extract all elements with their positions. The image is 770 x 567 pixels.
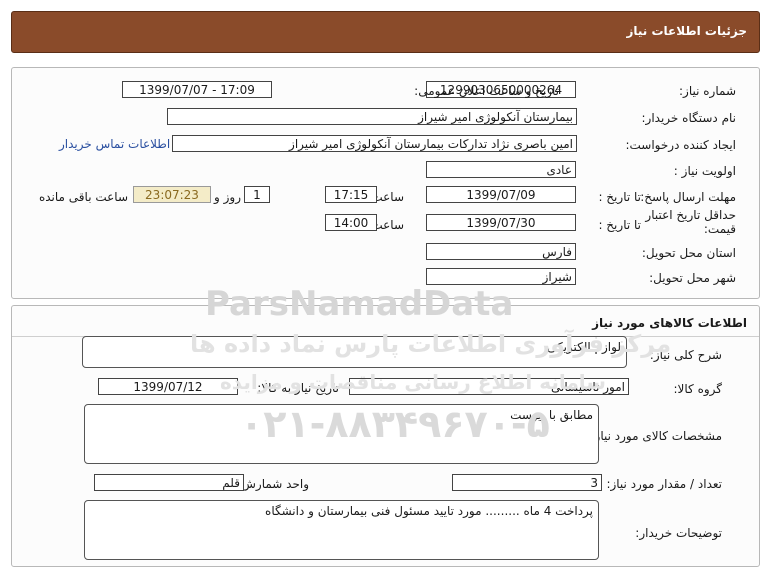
city-label: شهر محل تحویل:	[649, 271, 736, 285]
announce-datetime-label: تاریخ و ساعت اعلان عمومی:	[414, 84, 559, 98]
priority-label: اولویت نیاز :	[673, 164, 736, 178]
remaining-time-label: ساعت باقی مانده	[38, 190, 128, 204]
city-field: شیراز	[426, 268, 576, 285]
requester-field: امین باصری نژاد تدارکات بیمارستان آنکولو…	[172, 135, 577, 152]
group-label: گروه کالا:	[673, 382, 723, 396]
need-info-panel: شماره نیاز: 1299030650000264 تاریخ و ساع…	[11, 67, 760, 299]
description-label: شرح کلی نیاز:	[649, 348, 722, 362]
priority-field: عادی	[426, 161, 576, 178]
days-label: روز و	[214, 190, 241, 204]
need-date-field: 1399/07/12	[98, 378, 238, 395]
need-date-label: تاریخ نیاز به کالا:	[257, 381, 339, 395]
requester-label: ایجاد کننده درخواست:	[625, 138, 736, 152]
buyer-notes-field: پرداخت 4 ماه ......... مورد تایید مسئول …	[84, 500, 599, 560]
validity-to-date-label: تا تاریخ :	[598, 218, 641, 232]
buyer-org-label: نام دستگاه خریدار:	[641, 111, 737, 125]
buyer-notes-label: توضیحات خریدار:	[635, 526, 722, 540]
goods-section-title: اطلاعات کالاهای مورد نیاز	[592, 316, 747, 330]
validity-time-field: 14:00	[325, 214, 377, 231]
buyer-contact-link[interactable]: اطلاعات تماس خریدار	[59, 137, 170, 151]
quantity-field: 3	[452, 474, 602, 491]
group-field: امور تاسیساتی	[349, 378, 629, 395]
buyer-org-field: بیمارستان آنکولوژی امیر شیراز	[167, 108, 577, 125]
specs-label: مشخصات کالای مورد نیاز:	[590, 429, 722, 443]
validity-date-field: 1399/07/30	[426, 214, 576, 231]
unit-label: واحد شمارش:	[237, 477, 309, 491]
goods-info-panel: اطلاعات کالاهای مورد نیاز شرح کلی نیاز: …	[11, 305, 760, 567]
page-header: جزئیات اطلاعات نیاز	[11, 11, 760, 53]
reply-deadline-label: مهلت ارسال پاسخ:	[640, 190, 736, 204]
unit-field: قلم	[94, 474, 244, 491]
announce-datetime-field: 1399/07/07 - 17:09	[122, 81, 272, 98]
price-validity-label: حداقل تاریخ اعتبار قیمت:	[645, 208, 736, 236]
remaining-time-field: 23:07:23	[133, 186, 211, 203]
reply-to-date-label: تا تاریخ :	[598, 190, 641, 204]
page-title: جزئیات اطلاعات نیاز	[626, 24, 747, 38]
specs-field: مطابق با پیوست	[84, 404, 599, 464]
province-field: فارس	[426, 243, 576, 260]
reply-time-field: 17:15	[325, 186, 377, 203]
need-number-label: شماره نیاز:	[679, 84, 736, 98]
reply-date-field: 1399/07/09	[426, 186, 576, 203]
remaining-days-field: 1	[244, 186, 270, 203]
description-field: لوازم الکتریکی	[82, 336, 627, 368]
quantity-label: تعداد / مقدار مورد نیاز:	[606, 477, 722, 491]
province-label: استان محل تحویل:	[641, 246, 736, 260]
